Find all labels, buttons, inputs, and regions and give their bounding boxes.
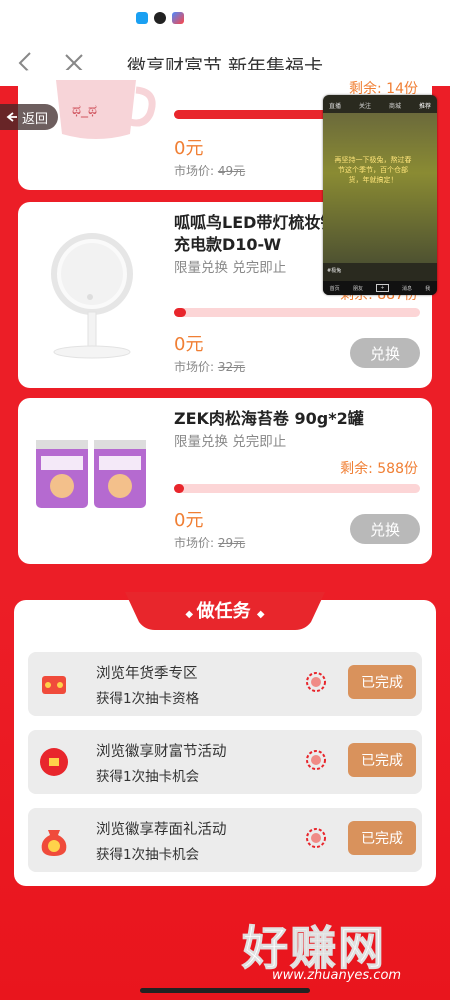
market-price-label: 市场价: [174,360,215,374]
status-bar [0,0,450,40]
seaweed-jars-image [36,440,146,508]
task-subtitle: 获得1次抽卡机会 [96,847,200,863]
product-title-line2: 充电款D10-W [174,235,282,254]
task-subtitle: 获得1次抽卡机会 [96,769,200,785]
task-done-button[interactable]: 已完成 [348,743,416,777]
gear-badge-icon [306,828,326,848]
task-row: 浏览徽享荐面礼活动 获得1次抽卡机会 已完成 [28,808,422,872]
progress-bar [174,308,420,317]
market-price-label: 市场价: [174,536,215,550]
video-description: #极兔 [327,268,342,274]
red-envelope-gift-icon [42,676,66,694]
video-nav-item[interactable]: 消息 [402,285,412,292]
product-subtitle: 限量兑换 兑完即止 [174,260,287,276]
product-title-line1: ZEK肉松海苔卷 90g*2罐 [174,409,364,428]
task-header-title: ◆ 做任务 ◆ [125,594,325,633]
product-title-line1: 呱呱鸟LED带灯梳妆镜 [174,213,337,232]
return-label: 返回 [22,111,49,127]
exchange-button[interactable]: 兑换 [350,338,420,368]
lucky-bag-icon [41,830,67,856]
status-icons [136,12,184,24]
price: 0元 [174,334,204,355]
video-nav-item[interactable]: 朋友 [353,285,363,292]
price: 0元 [174,138,204,159]
task-title: 浏览年货季专区 [96,666,198,682]
diamond-icon: ◆ [256,609,265,620]
remain-count: 剩余: 588份 [340,461,418,477]
task-title: 浏览徽享荐面礼活动 [96,822,227,838]
video-nav-item[interactable]: 首页 [330,285,340,292]
return-button[interactable]: 返回 [0,104,59,130]
watermark-url: www.zhuanyes.com [272,968,402,983]
video-bottom-nav: 首页 朋友 + 消息 我 [323,281,437,295]
product-subtitle: 限量兑换 兑完即止 [174,434,287,450]
app-icon-qq [154,12,166,24]
task-row: 浏览年货季专区 获得1次抽卡资格 已完成 [28,652,422,716]
video-tab[interactable]: 商城 [389,101,401,110]
video-tab[interactable]: 推荐 [419,101,431,110]
price: 0元 [174,510,204,531]
plus-icon[interactable]: + [376,284,389,292]
market-price-value: 49元 [217,164,246,178]
video-tab[interactable]: 关注 [359,101,371,110]
market-price-value: 32元 [217,360,246,374]
market-price-label: 市场价: [174,164,215,178]
watermark: 好赚网 www.zhuanyes.com [242,912,448,986]
market-price-value: 29元 [217,536,246,550]
product-title: 呱呱鸟LED带灯梳妆镜 充电款D10-W [174,212,336,256]
market-price: 市场价: 49元 [174,162,245,179]
return-arrow-icon [6,112,17,122]
task-done-button[interactable]: 已完成 [348,821,416,855]
video-frame [323,113,437,263]
product-title: ZEK肉松海苔卷 90g*2罐 [174,408,364,430]
task-subtitle: 获得1次抽卡资格 [96,691,200,707]
task-row: 浏览徽享财富节活动 获得1次抽卡机会 已完成 [28,730,422,794]
video-tab[interactable]: 直播 [329,101,341,110]
progress-bar [174,484,420,493]
gear-badge-icon [306,672,326,692]
mirror-image [51,233,133,359]
video-caption: 再坚持一下极兔，熬过春节这个季节，百个仓部货，年就搞定！ [334,156,412,184]
app-icon-browser [136,12,148,24]
diamond-icon: ◆ [185,609,197,620]
gear-badge-icon [306,750,326,770]
task-panel: ◆ 做任务 ◆ 浏览年货季专区 获得1次抽卡资格 已完成 浏览徽享财富节活动 获… [14,592,436,886]
red-coin-icon [40,748,68,776]
market-price: 市场价: 32元 [174,358,245,375]
progress-fill [174,308,187,317]
svg-text:ಥ_ಥ: ಥ_ಥ [72,102,97,118]
app-icon-play [172,12,184,24]
progress-fill [174,484,184,493]
video-tabs: 直播 关注 商城 推荐 [329,101,431,110]
task-done-button[interactable]: 已完成 [348,665,416,699]
video-nav-item[interactable]: 我 [425,285,430,292]
home-indicator [140,988,310,993]
task-title: 浏览徽享财富节活动 [96,744,227,760]
floating-video-window[interactable]: 直播 关注 商城 推荐 再坚持一下极兔，熬过春节这个季节，百个仓部货，年就搞定！… [323,95,437,295]
exchange-button[interactable]: 兑换 [350,514,420,544]
market-price: 市场价: 29元 [174,534,245,551]
tasks-title: 做任务 [196,601,251,622]
product-card-seaweed: ZEK肉松海苔卷 90g*2罐 限量兑换 兑完即止 剩余: 588份 0元 市场… [18,398,432,564]
